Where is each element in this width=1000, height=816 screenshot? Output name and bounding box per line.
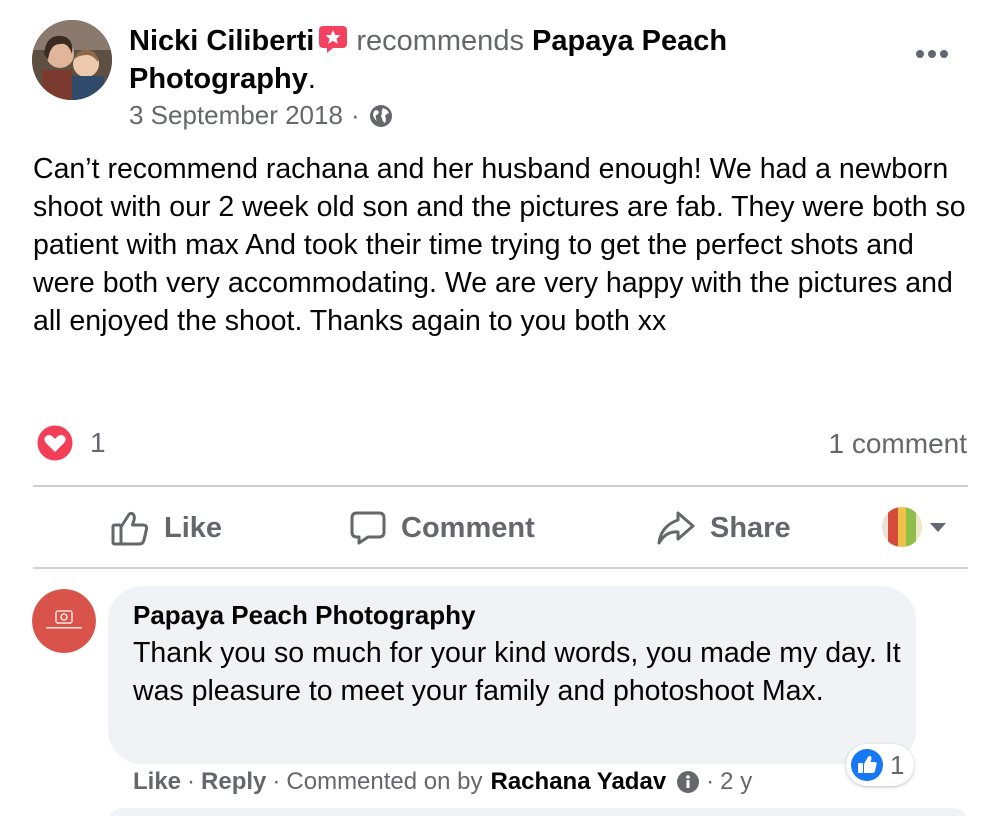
comment-separator-1: · xyxy=(187,768,196,795)
comment-separator-3: · xyxy=(706,768,715,795)
like-icon xyxy=(111,511,149,546)
like-button[interactable]: Like xyxy=(110,505,222,551)
chevron-down-icon xyxy=(930,522,946,532)
like-reaction-icon xyxy=(851,749,883,781)
post-meta: 3 September 2018 · xyxy=(129,100,394,131)
next-comment-bubble xyxy=(108,808,968,816)
love-icon xyxy=(36,424,74,462)
commented-by-name[interactable]: Rachana Yadav xyxy=(491,768,667,796)
share-button[interactable]: Share xyxy=(656,505,791,551)
share-label: Share xyxy=(710,511,791,544)
post-date[interactable]: 3 September 2018 xyxy=(129,100,343,131)
comment-age[interactable]: 2 y xyxy=(720,768,752,796)
page-name-part1: Papaya Peach xyxy=(532,25,728,57)
commenter-avatar[interactable] xyxy=(32,589,96,653)
comment-count-link[interactable]: 1 comment xyxy=(829,428,968,460)
post-body: Can’t recommend rachana and her husband … xyxy=(33,153,966,337)
comment-reaction-count: 1 xyxy=(890,749,905,780)
author-avatar[interactable] xyxy=(32,20,112,100)
comment-separator-2: · xyxy=(272,768,281,795)
profile-avatar xyxy=(882,507,922,547)
star-badge-icon xyxy=(319,26,348,53)
more-options-icon[interactable] xyxy=(910,42,954,66)
divider-top xyxy=(33,485,968,487)
commented-on-by-text: Commented on by xyxy=(286,768,483,795)
meta-separator: · xyxy=(350,100,360,130)
share-icon xyxy=(657,511,695,545)
comment-reaction-badge[interactable]: 1 xyxy=(846,744,915,786)
comment-reply-link[interactable]: Reply xyxy=(201,768,266,796)
comment-like-link[interactable]: Like xyxy=(133,768,181,796)
comment-label: Comment xyxy=(401,511,535,544)
page-name-part2: Photography xyxy=(129,63,308,95)
like-label: Like xyxy=(164,511,223,544)
globe-icon[interactable] xyxy=(368,103,394,129)
recommends-text: recommends xyxy=(356,25,524,57)
comment-icon xyxy=(350,511,386,545)
author-name[interactable]: Nicki Ciliberti xyxy=(129,25,314,57)
profile-switcher[interactable] xyxy=(882,507,946,547)
reaction-summary[interactable]: 1 xyxy=(36,424,106,462)
comment-author[interactable]: Papaya Peach Photography xyxy=(133,600,475,631)
comment-actions: Like · Reply · Commented on by Rachana Y… xyxy=(133,768,752,796)
comment-text: Thank you so much for your kind words, y… xyxy=(133,637,901,707)
reaction-count: 1 xyxy=(90,427,106,458)
header-period: . xyxy=(307,63,316,95)
info-icon[interactable] xyxy=(676,770,700,794)
post-header: Nicki Ciliberti recommends Papaya Peach Ph… xyxy=(129,22,889,98)
post-card: Nicki Ciliberti recommends Papaya Peach Ph… xyxy=(0,0,1000,816)
comment-button[interactable]: Comment xyxy=(349,505,535,551)
divider-bottom xyxy=(33,567,968,569)
